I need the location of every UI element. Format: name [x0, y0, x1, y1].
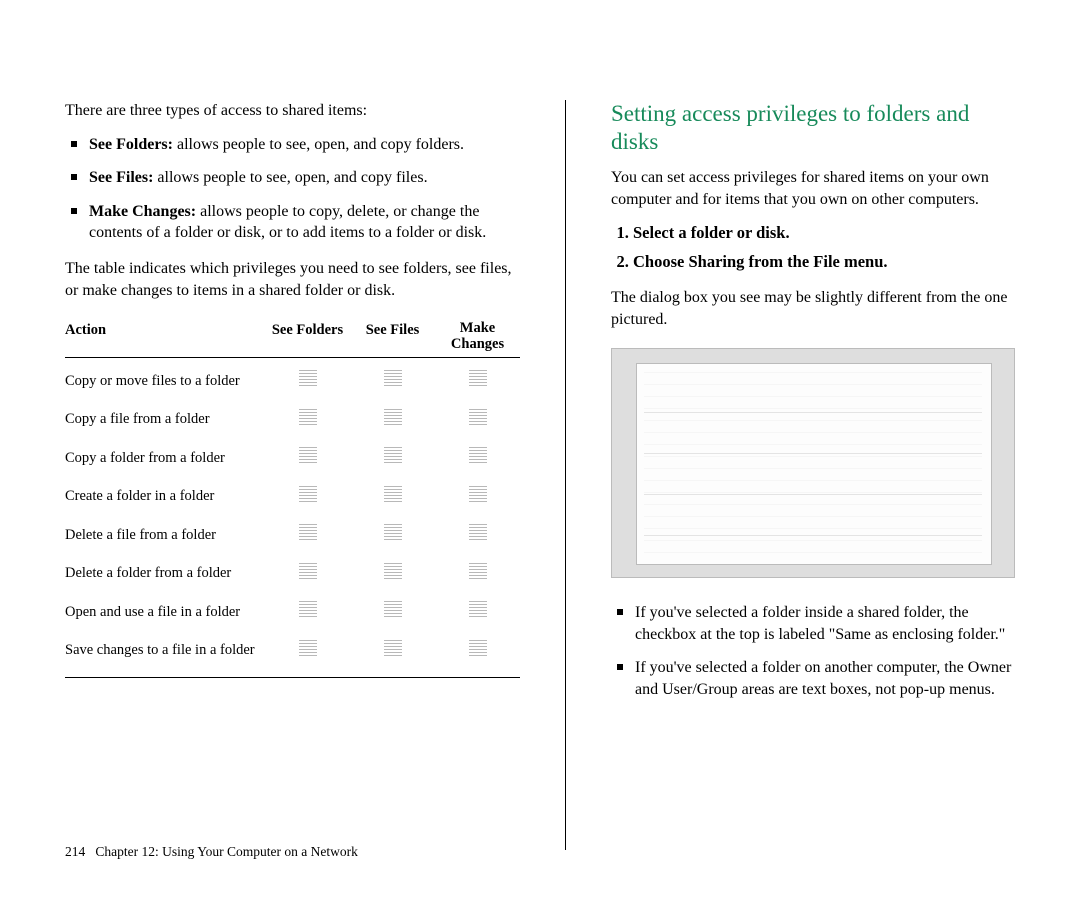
check-icon — [299, 447, 317, 465]
cell-action: Save changes to a file in a folder — [65, 641, 265, 661]
check-icon — [469, 486, 487, 504]
cell-mark — [265, 368, 350, 395]
header-see-files: See Files — [350, 321, 435, 353]
header-see-folders: See Folders — [265, 321, 350, 353]
check-icon — [384, 447, 402, 465]
cell-mark — [265, 445, 350, 472]
check-icon — [469, 447, 487, 465]
check-icon — [299, 486, 317, 504]
check-icon — [469, 524, 487, 542]
cell-mark — [350, 368, 435, 395]
list-item: See Folders: allows people to see, open,… — [65, 134, 520, 156]
term: See Folders: — [89, 136, 173, 153]
access-types-intro: There are three types of access to share… — [65, 100, 520, 122]
table-row: Open and use a file in a folder — [65, 593, 520, 632]
cell-mark — [350, 638, 435, 665]
table-row: Save changes to a file in a folder — [65, 632, 520, 671]
cell-mark — [350, 522, 435, 549]
check-icon — [384, 370, 402, 388]
chapter-label: Chapter 12: Using Your Computer on a Net… — [95, 844, 357, 859]
section-intro: You can set access privileges for shared… — [611, 167, 1015, 210]
cell-mark — [265, 561, 350, 588]
left-column: There are three types of access to share… — [65, 100, 520, 900]
cell-mark — [350, 407, 435, 434]
check-icon — [469, 640, 487, 658]
page-number: 214 — [65, 844, 85, 859]
check-icon — [384, 563, 402, 581]
dialog-screenshot — [611, 348, 1015, 578]
column-divider — [565, 100, 566, 850]
cell-action: Copy or move files to a folder — [65, 372, 265, 392]
check-icon — [299, 601, 317, 619]
check-icon — [299, 640, 317, 658]
cell-action: Copy a file from a folder — [65, 410, 265, 430]
cell-mark — [350, 445, 435, 472]
list-item: See Files: allows people to see, open, a… — [65, 167, 520, 189]
table-row: Delete a folder from a folder — [65, 555, 520, 594]
check-icon — [384, 640, 402, 658]
term: Make Changes: — [89, 203, 196, 220]
cell-mark — [435, 638, 520, 665]
header-action: Action — [65, 321, 265, 353]
cell-action: Open and use a file in a folder — [65, 603, 265, 623]
step-item: Select a folder or disk. — [633, 222, 1015, 244]
table-header-row: Action See Folders See Files Make Change… — [65, 321, 520, 358]
section-heading: Setting access privileges to folders and… — [611, 100, 1015, 155]
steps-list: Select a folder or disk. Choose Sharing … — [611, 222, 1015, 273]
table-body: Copy or move files to a folder Copy a fi… — [65, 362, 520, 678]
check-icon — [384, 486, 402, 504]
check-icon — [384, 601, 402, 619]
cell-mark — [435, 522, 520, 549]
check-icon — [384, 524, 402, 542]
cell-mark — [435, 368, 520, 395]
list-item: Make Changes: allows people to copy, del… — [65, 201, 520, 244]
cell-mark — [435, 445, 520, 472]
right-column: Setting access privileges to folders and… — [611, 100, 1015, 900]
table-row: Create a folder in a folder — [65, 478, 520, 517]
cell-mark — [435, 561, 520, 588]
table-row: Copy a folder from a folder — [65, 439, 520, 478]
access-types-list: See Folders: allows people to see, open,… — [65, 134, 520, 244]
after-steps-note: The dialog box you see may be slightly d… — [611, 287, 1015, 330]
header-make-changes: Make Changes — [435, 321, 520, 353]
check-icon — [299, 409, 317, 427]
term: See Files: — [89, 169, 153, 186]
cell-action: Create a folder in a folder — [65, 487, 265, 507]
table-row: Copy or move files to a folder — [65, 362, 520, 401]
check-icon — [469, 601, 487, 619]
page-container: There are three types of access to share… — [0, 0, 1080, 900]
cell-mark — [350, 561, 435, 588]
check-icon — [469, 409, 487, 427]
check-icon — [299, 524, 317, 542]
cell-mark — [350, 484, 435, 511]
check-icon — [469, 370, 487, 388]
cell-mark — [265, 484, 350, 511]
cell-action: Copy a folder from a folder — [65, 449, 265, 469]
cell-action: Delete a folder from a folder — [65, 564, 265, 584]
check-icon — [384, 409, 402, 427]
cell-mark — [265, 522, 350, 549]
page-footer: 214 Chapter 12: Using Your Computer on a… — [65, 844, 358, 860]
cell-mark — [435, 484, 520, 511]
table-intro: The table indicates which privileges you… — [65, 258, 520, 301]
cell-action: Delete a file from a folder — [65, 526, 265, 546]
cell-mark — [435, 407, 520, 434]
check-icon — [299, 370, 317, 388]
privileges-table: Action See Folders See Files Make Change… — [65, 321, 520, 677]
cell-mark — [265, 638, 350, 665]
list-item: If you've selected a folder inside a sha… — [611, 602, 1015, 645]
definition: allows people to see, open, and copy fil… — [153, 169, 427, 186]
cell-mark — [265, 407, 350, 434]
table-row: Delete a file from a folder — [65, 516, 520, 555]
check-icon — [469, 563, 487, 581]
step-item: Choose Sharing from the File menu. — [633, 251, 1015, 273]
table-row: Copy a file from a folder — [65, 401, 520, 440]
cell-mark — [265, 599, 350, 626]
cell-mark — [435, 599, 520, 626]
notes-list: If you've selected a folder inside a sha… — [611, 602, 1015, 700]
list-item: If you've selected a folder on another c… — [611, 657, 1015, 700]
cell-mark — [350, 599, 435, 626]
check-icon — [299, 563, 317, 581]
definition: allows people to see, open, and copy fol… — [173, 136, 464, 153]
